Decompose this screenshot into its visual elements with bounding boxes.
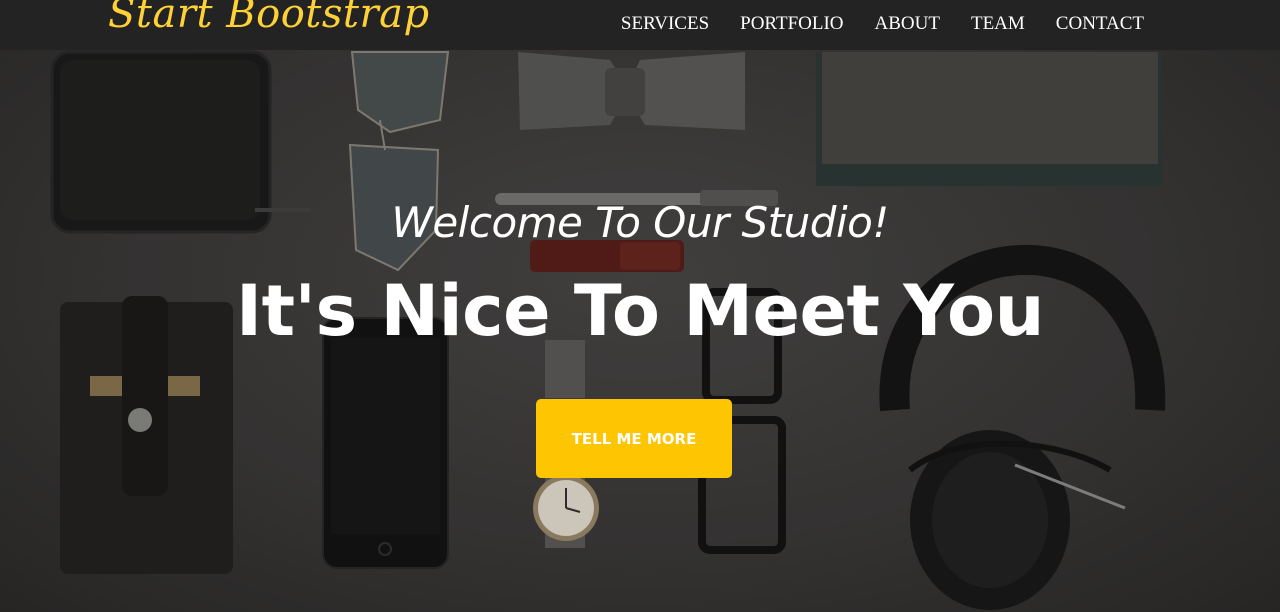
navbar: Start Bootstrap SERVICES PORTFOLIO ABOUT… <box>0 0 1280 50</box>
nav-link-team[interactable]: TEAM <box>971 13 1025 35</box>
nav-link-about[interactable]: ABOUT <box>875 13 940 35</box>
hero-heading: It's Nice To Meet You <box>236 270 1044 352</box>
hero-subheading: Welcome To Our Studio! <box>391 198 889 247</box>
nav-link-portfolio[interactable]: PORTFOLIO <box>740 13 843 35</box>
page: Start Bootstrap SERVICES PORTFOLIO ABOUT… <box>0 0 1280 612</box>
brand-logo[interactable]: Start Bootstrap <box>108 0 430 37</box>
nav-links: SERVICES PORTFOLIO ABOUT TEAM CONTACT <box>621 13 1144 35</box>
nav-link-contact[interactable]: CONTACT <box>1056 13 1144 35</box>
hero-content: Welcome To Our Studio! It's Nice To Meet… <box>0 0 1280 612</box>
tell-me-more-button[interactable]: TELL ME MORE <box>536 399 732 478</box>
nav-link-services[interactable]: SERVICES <box>621 13 709 35</box>
